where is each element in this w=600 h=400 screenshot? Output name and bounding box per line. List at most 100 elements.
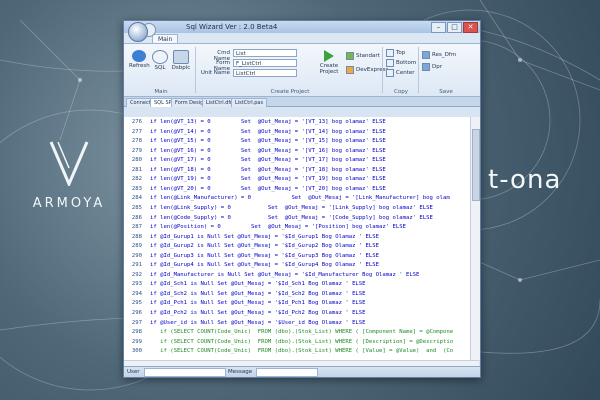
code-line[interactable]: 287 if len(@Position) = 0 Set @Out_Mesaj … [124, 224, 470, 231]
devexpress-icon [346, 66, 354, 74]
ribbon-separator [195, 47, 196, 93]
status-user-label: User [127, 369, 140, 375]
unit-name-label: Unit Name [200, 70, 230, 76]
code-line[interactable]: 288 if @Id_Gurup1 is Null Set @Out_Mesaj … [124, 234, 470, 241]
refresh-icon [132, 50, 146, 62]
play-icon [324, 50, 334, 62]
code-text: if len(@VT_14) = 0 Set @Out_Mesaj = '[VT… [150, 128, 386, 135]
code-line[interactable]: 292 if @Id_Manufacturer is Null Set @Out_… [124, 272, 470, 279]
sql-label: SQL [154, 65, 166, 71]
sql-editor[interactable]: 276 if len(@VT_13) = 0 Set @Out_Mesaj = '… [124, 117, 470, 360]
code-line[interactable]: 289 if @Id_Gurup2 is Null Set @Out_Mesaj … [124, 243, 470, 250]
line-number: 290 [131, 252, 142, 259]
copy-bottom-label: Bottom [396, 60, 417, 66]
line-number: 289 [131, 243, 142, 250]
minimize-button[interactable]: – [431, 22, 446, 33]
cmd-name-input[interactable]: List [233, 49, 297, 57]
code-line[interactable]: 282 if len(@VT_19) = 0 Set @Out_Mesaj = '… [124, 176, 470, 183]
code-line[interactable]: 299 if (SELECT COUNT(Code_Unic) FROM (db… [124, 339, 470, 346]
line-number: 285 [131, 204, 142, 211]
create-project-button-label: Create Project [319, 63, 339, 75]
code-line[interactable]: 279 if len(@VT_16) = 0 Set @Out_Mesaj = '… [124, 148, 470, 155]
standart-icon [346, 52, 354, 60]
dsbplc-button[interactable]: Dsbplc [171, 50, 191, 71]
application-menu-button[interactable] [128, 22, 148, 42]
create-project-button[interactable]: Create Project [316, 50, 342, 75]
title-bar[interactable]: Sql Wizard Ver : 2.0 Beta4 – □ ✕ [124, 21, 480, 33]
tab-listctrl-pas[interactable]: ListCtrl.pas [231, 98, 268, 107]
refresh-label: Refresh [129, 63, 150, 69]
copy-top-button[interactable]: Top [386, 49, 405, 57]
dpr-button[interactable]: Dpr [422, 63, 442, 71]
code-line[interactable]: 290 if @Id_Gurup3 is Null Set @Out_Mesaj … [124, 253, 470, 260]
create-project-group-label: Create Project [270, 89, 310, 95]
copy-top-label: Top [396, 50, 406, 56]
line-number: 279 [131, 147, 142, 154]
code-text: if len(@Link_Supply) = 0 Set @Out_Mesaj … [150, 204, 433, 211]
code-text: if @Id_Gurup3 is Null Set @Out_Mesaj = '… [150, 252, 380, 259]
save-icon [422, 51, 430, 59]
copy-icon [386, 59, 394, 67]
unit-name-input[interactable]: ListCtrl [233, 69, 297, 77]
refresh-button[interactable]: Refresh [129, 50, 150, 69]
code-line[interactable]: 276 if len(@VT_13) = 0 Set @Out_Mesaj = '… [124, 119, 470, 126]
copy-icon [386, 69, 394, 77]
code-line[interactable]: 277 if len(@VT_14) = 0 Set @Out_Mesaj = '… [124, 129, 470, 136]
line-number: 298 [131, 329, 142, 336]
line-number: 277 [131, 128, 142, 135]
code-line[interactable]: 286 if len(@Code_Supply) = 0 Set @Out_Mes… [124, 215, 470, 222]
scrollbar-thumb[interactable] [472, 129, 480, 201]
armoya-logo-icon [49, 141, 89, 188]
code-line[interactable]: 280 if len(@VT_17) = 0 Set @Out_Mesaj = '… [124, 157, 470, 164]
code-text: if len(@VT_19) = 0 Set @Out_Mesaj = '[VT… [150, 176, 386, 183]
line-number: 282 [131, 176, 142, 183]
copy-center-button[interactable]: Center [386, 69, 415, 77]
code-text: if @Id_Pch2 is Null Set @Out_Mesaj = '$I… [150, 310, 366, 316]
armoya-name: ARMOYA [32, 196, 106, 211]
line-number: 278 [131, 138, 142, 145]
standart-label: Standart [356, 53, 380, 59]
status-message-field [256, 368, 318, 377]
code-line[interactable]: 300 if (SELECT COUNT(Code_Unic) FROM (db… [124, 348, 470, 355]
form-name-row: Form Name F_ListCtrl [200, 59, 328, 72]
code-line[interactable]: 293 if @Id_Sch1 is Null Set @Out_Mesaj = … [124, 281, 470, 288]
line-number: 276 [131, 119, 142, 125]
code-line[interactable]: 295 if @Id_Pch1 is Null Set @Out_Mesaj = … [124, 300, 470, 307]
maximize-button[interactable]: □ [447, 22, 462, 33]
code-text: if len(@VT_17) = 0 Set @Out_Mesaj = '[VT… [150, 157, 386, 164]
code-text: if @Id_Gurup2 is Null Set @Out_Mesaj = '… [150, 243, 380, 250]
line-number: 288 [131, 233, 142, 240]
standart-option[interactable]: Standart [346, 52, 380, 60]
code-line[interactable]: 278 if len(@VT_15) = 0 Set @Out_Mesaj = '… [124, 138, 470, 145]
code-text: if (SELECT COUNT(Code_Unic) FROM (dbo).(… [150, 348, 454, 355]
cmd-name-row: Cmd Name List [200, 49, 328, 62]
code-line[interactable]: 285 if len(@Link_Supply) = 0 Set @Out_Mes… [124, 205, 470, 212]
save-group-label: Save [439, 89, 453, 95]
code-line[interactable]: 296 if @Id_Pch2 is Null Set @Out_Mesaj = … [124, 310, 470, 317]
code-line[interactable]: 283 if len(@VT_20) = 0 Set @Out_Mesaj = '… [124, 186, 470, 193]
code-text: if len(@VT_16) = 0 Set @Out_Mesaj = '[VT… [150, 147, 386, 154]
line-number: 299 [131, 338, 142, 345]
unit-name-row: Unit Name ListCtrl [200, 69, 328, 78]
line-number: 294 [131, 290, 142, 297]
sql-button[interactable]: SQL [151, 50, 169, 71]
ribbon-separator [418, 47, 419, 93]
code-line[interactable]: 298 if (SELECT COUNT(Code_Unic) FROM (db… [124, 329, 470, 336]
close-button[interactable]: ✕ [463, 22, 478, 33]
code-text: if len(@VT_15) = 0 Set @Out_Mesaj = '[VT… [150, 138, 386, 145]
code-text: if @Id_Pch1 is Null Set @Out_Mesaj = '$I… [150, 300, 366, 307]
code-line[interactable]: 284 if len(@Link_Manufacturer) = 0 Set @O… [124, 195, 470, 202]
code-line[interactable]: 297 if @User_id is Null Set @Out_Mesaj = … [124, 320, 470, 327]
copy-bottom-button[interactable]: Bottom [386, 59, 416, 67]
vertical-scrollbar[interactable] [470, 117, 480, 360]
code-text: if @Id_Sch2 is Null Set @Out_Mesaj = '$I… [150, 290, 366, 297]
line-number: 292 [131, 271, 142, 278]
code-line[interactable]: 291 if @Id_Gurup4 is Null Set @Out_Mesaj … [124, 262, 470, 269]
res-dfm-label: Res_Dfm [432, 52, 457, 58]
ribbon-separator [382, 47, 383, 93]
code-line[interactable]: 281 if len(@VT_18) = 0 Set @Out_Mesaj = '… [124, 167, 470, 174]
res-dfm-button[interactable]: Res_Dfm [422, 51, 456, 59]
form-name-input[interactable]: F_ListCtrl [233, 59, 297, 67]
code-line[interactable]: 294 if @Id_Sch2 is Null Set @Out_Mesaj = … [124, 291, 470, 298]
line-number: 293 [131, 281, 142, 288]
